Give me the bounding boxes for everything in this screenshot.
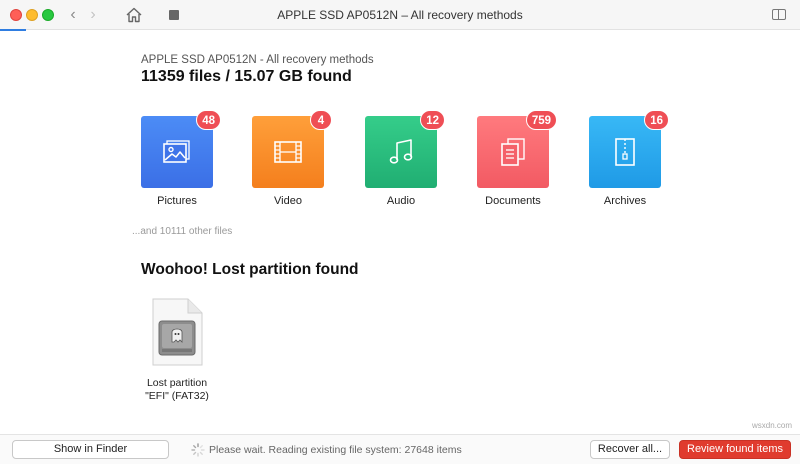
partition-heading: Woohoo! Lost partition found: [141, 261, 359, 278]
documents-count-badge: 759: [525, 110, 557, 130]
music-note-icon: [389, 139, 413, 164]
spinner-icon: [191, 443, 205, 457]
partition-name-line2: "EFI" (FAT32): [145, 390, 209, 402]
documents-icon: [501, 138, 525, 166]
found-summary: 11359 files / 15.07 GB found: [141, 68, 352, 85]
category-documents-label: Documents: [485, 195, 541, 207]
audio-count-badge: 12: [420, 110, 445, 130]
category-audio-label: Audio: [386, 195, 416, 207]
pictures-count-badge: 48: [196, 110, 221, 130]
lost-partition-label: Lost partition "EFI" (FAT32): [117, 377, 237, 403]
tab-indicator: [0, 29, 26, 31]
category-pictures[interactable]: 48: [141, 110, 221, 188]
disk-image-file-icon: [152, 298, 203, 366]
watermark-text: wsxdn.com: [751, 421, 792, 430]
status-text: Please wait. Reading existing file syste…: [209, 444, 462, 456]
window-title: APPLE SSD AP0512N – All recovery methods: [277, 8, 523, 22]
bottom-bar: Show in Finder Please wait. Reading exis…: [0, 434, 800, 464]
video-count-badge: 4: [310, 110, 332, 130]
review-found-items-button[interactable]: Review found items: [679, 440, 791, 459]
show-in-finder-button[interactable]: Show in Finder: [12, 440, 169, 459]
category-documents[interactable]: 759: [477, 110, 557, 188]
sidebar-toggle-icon[interactable]: [772, 9, 786, 20]
drive-label: APPLE SSD AP0512N - All recovery methods: [141, 54, 374, 66]
archive-zipper-icon: [615, 138, 635, 166]
category-video[interactable]: 4: [252, 110, 332, 188]
other-files-link[interactable]: ...and 10111 other files: [132, 226, 232, 237]
category-archives[interactable]: 16: [589, 110, 669, 188]
partition-name-line1: Lost partition: [146, 377, 208, 389]
title-bar: ‹ › APPLE SSD AP0512N – All recovery met…: [0, 0, 800, 31]
category-video-label: Video: [274, 195, 302, 207]
archives-count-badge: 16: [644, 110, 669, 130]
picture-icon: [163, 140, 190, 163]
recover-all-button[interactable]: Recover all...: [590, 440, 670, 459]
category-archives-label: Archives: [603, 195, 647, 207]
category-audio[interactable]: 12: [365, 110, 445, 188]
category-pictures-label: Pictures: [157, 195, 197, 207]
lost-partition-item[interactable]: [150, 297, 204, 367]
film-icon: [274, 141, 302, 163]
